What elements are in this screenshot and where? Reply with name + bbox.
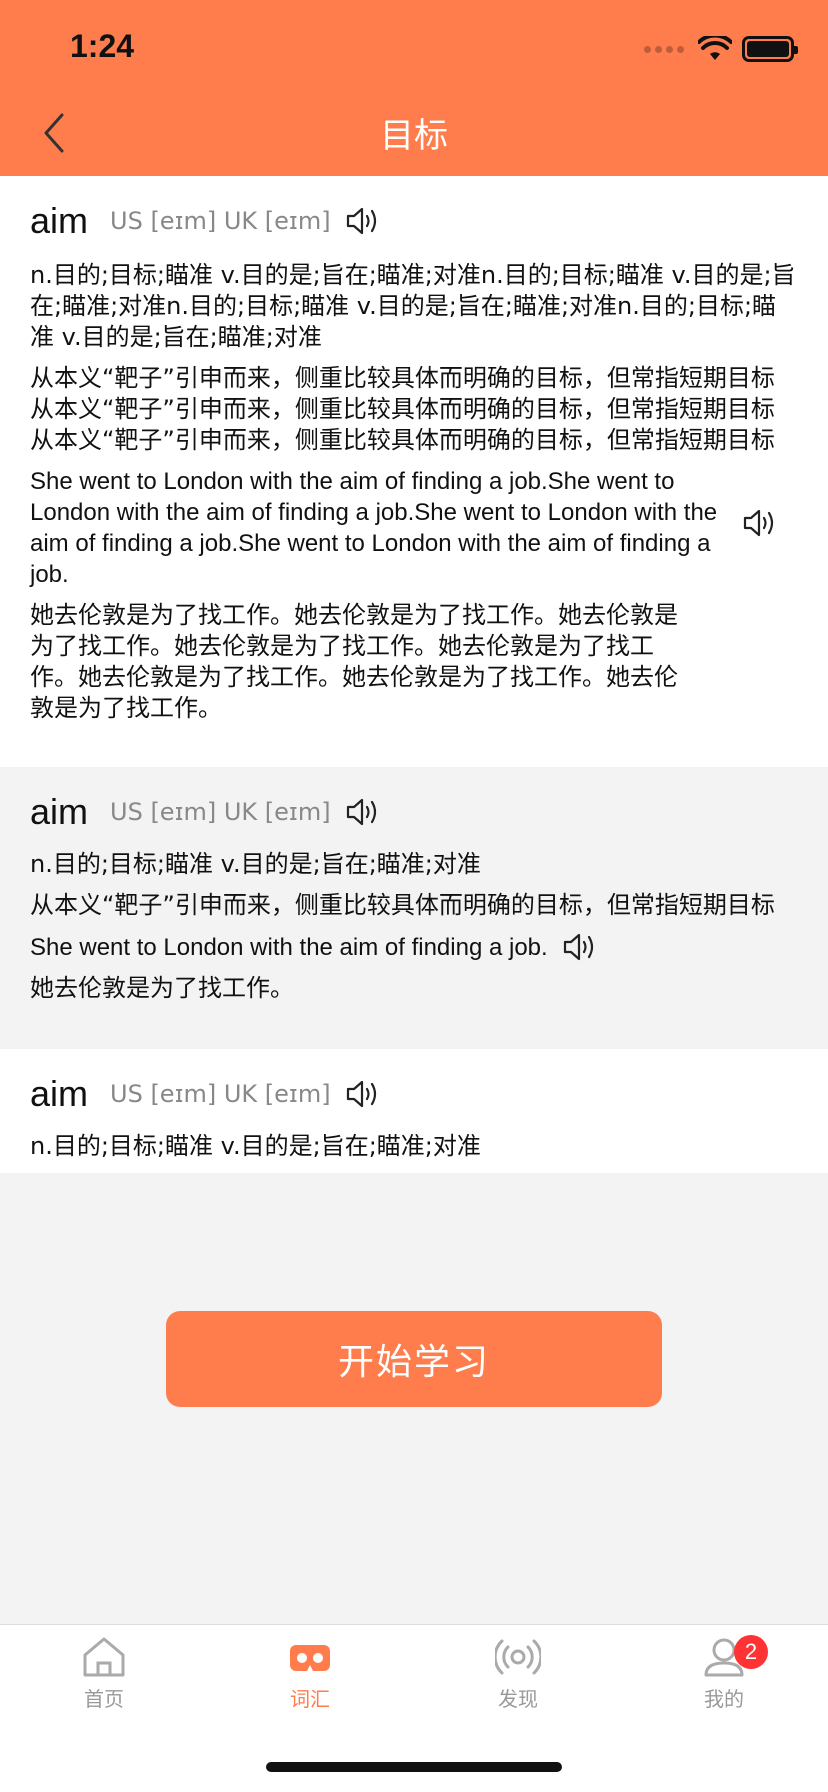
definition-text: n.目的;目标;瞄准 v.目的是;旨在;瞄准;对准n.目的;目标;瞄准 v.目的… (30, 261, 796, 351)
status-time: 1:24 (70, 28, 135, 64)
translation-text: 她去伦敦是为了找工作。她去伦敦是为了找工作。她去伦敦是为了找工作。她去伦敦是为了… (30, 601, 678, 722)
signal-icon (644, 45, 684, 53)
wifi-icon (698, 36, 732, 60)
word-text: aim (30, 1073, 89, 1114)
example-sentence: She went to London with the aim of findi… (30, 468, 718, 588)
speaker-icon[interactable] (345, 205, 381, 237)
home-icon (83, 1637, 125, 1677)
explanation-text: 从本义“靶子”引申而来，侧重比较具体而明确的目标，但常指短期目标 (30, 891, 775, 919)
page-title: 目标 (380, 116, 448, 156)
translation-text: 她去伦敦是为了找工作。 (30, 974, 294, 1002)
discover-icon (495, 1639, 541, 1675)
notification-badge: 2 (734, 1635, 768, 1669)
word-text: aim (30, 200, 89, 241)
start-learning-button[interactable]: 开始学习 (166, 1311, 662, 1407)
tab-profile[interactable]: 我的 2 (664, 1635, 784, 1712)
definition-text: n.目的;目标;瞄准 v.目的是;旨在;瞄准;对准 (30, 850, 481, 878)
tab-label: 首页 (84, 1687, 124, 1711)
explanation-text: 从本义“靶子”引申而来，侧重比较具体而明确的目标，但常指短期目标从本义“靶子”引… (30, 364, 775, 454)
tab-home[interactable]: 首页 (44, 1635, 164, 1712)
phonetic-text: US [eɪm] UK [eɪm] (110, 798, 331, 826)
speaker-icon[interactable] (345, 796, 381, 828)
vocab-icon (290, 1645, 330, 1671)
tab-label: 我的 (704, 1687, 744, 1711)
phonetic-text: US [eɪm] UK [eɪm] (110, 1080, 331, 1108)
home-indicator (266, 1762, 562, 1772)
battery-icon (742, 36, 798, 62)
tab-vocab[interactable]: 词汇 (250, 1635, 370, 1712)
word-card: aim US [eɪm] UK [eɪm] n.目的;目标;瞄准 v.目的是;旨… (0, 767, 828, 1049)
word-card: aim US [eɪm] UK [eɪm] n.目的;目标;瞄准 v.目的是;旨… (0, 1049, 828, 1173)
tab-discover[interactable]: 发现 (458, 1635, 578, 1712)
definition-text: n.目的;目标;瞄准 v.目的是;旨在;瞄准;对准 (30, 1132, 481, 1160)
tab-label: 发现 (498, 1687, 538, 1711)
example-sentence: She went to London with the aim of findi… (30, 933, 548, 961)
phonetic-text: US [eɪm] UK [eɪm] (110, 207, 331, 235)
example-speaker-icon[interactable] (562, 931, 598, 963)
status-indicators (644, 34, 798, 64)
word-card: aim US [eɪm] UK [eɪm] n.目的;目标;瞄准 v.目的是;旨… (0, 176, 828, 767)
example-speaker-icon[interactable] (742, 507, 778, 539)
tab-label: 词汇 (290, 1687, 330, 1711)
nav-header: 1:24 目标 (0, 0, 828, 176)
speaker-icon[interactable] (345, 1078, 381, 1110)
word-text: aim (30, 791, 89, 832)
